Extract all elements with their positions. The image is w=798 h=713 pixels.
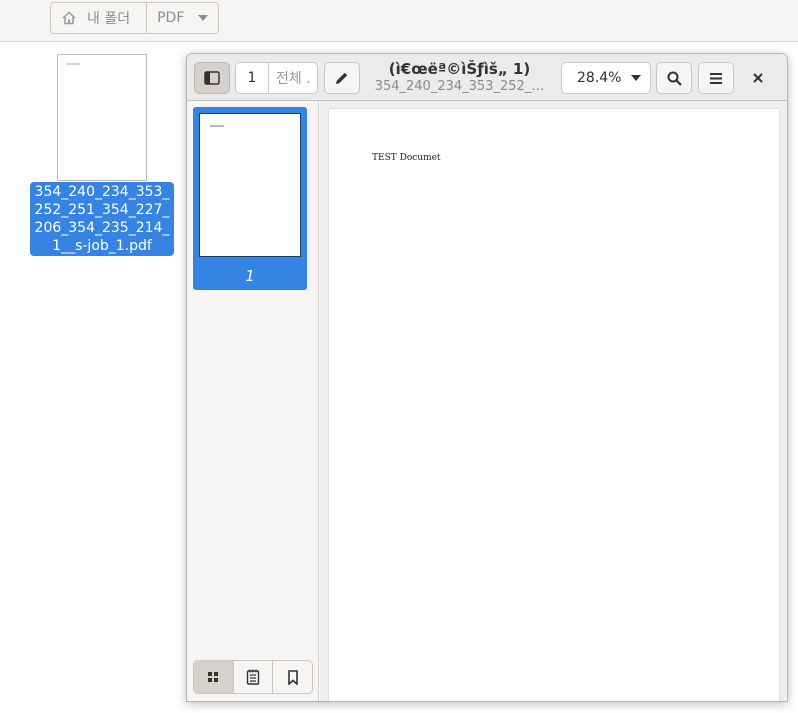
close-icon [753, 73, 763, 83]
window-title: (ì€œëª©ìŠƒìš„ 1) 354_240_234_353_252_… [367, 60, 552, 94]
breadcrumb-pdf[interactable]: PDF [147, 3, 218, 33]
page-number-input[interactable]: 1 [236, 63, 269, 93]
page-navigator: 1 전체 . [235, 62, 318, 94]
home-icon [62, 11, 76, 25]
breadcrumb-home-label: 내 폴더 [87, 11, 131, 27]
chevron-down-icon [631, 75, 641, 81]
outline-button[interactable] [234, 661, 274, 693]
document-page: TEST Documet [329, 109, 779, 701]
search-button[interactable] [656, 62, 692, 94]
file-manager-pathbar: 내 폴더 PDF [0, 0, 798, 42]
document-title: (ì€œëª©ìŠƒìš„ 1) [388, 60, 531, 78]
breadcrumb-pdf-label: PDF [157, 10, 185, 26]
thumbnail-page-number: 1 [245, 267, 255, 285]
breadcrumb-home[interactable]: 내 폴더 [51, 3, 148, 33]
menu-icon [710, 72, 722, 84]
page-thumbnail-image [199, 113, 301, 257]
headerbar: 1 전체 . (ì€œëª©ìŠƒìš„ 1) 354_240_234_353_… [187, 54, 787, 101]
chevron-down-icon [198, 15, 209, 21]
file-thumbnail[interactable] [57, 54, 147, 181]
breadcrumb: 내 폴더 PDF [50, 2, 220, 34]
bookmark-icon [287, 669, 298, 685]
sidebar-mode-switcher [193, 660, 313, 694]
outline-icon [246, 669, 260, 685]
document-text: TEST Documet [372, 153, 441, 163]
document-subtitle: 354_240_234_353_252_… [374, 79, 545, 94]
file-name-label[interactable]: 354_240_234_353_252_251_354_227_206_354_… [30, 182, 174, 256]
close-button[interactable] [747, 67, 769, 89]
sidebar: 1 [187, 101, 319, 701]
page-total-label: 전체 . [276, 71, 311, 87]
pencil-icon [336, 72, 348, 84]
sidebar-toggle-icon [204, 71, 220, 85]
thumbnails-button[interactable] [194, 661, 234, 693]
document-view[interactable]: TEST Documet [320, 101, 787, 701]
bookmarks-button[interactable] [273, 661, 312, 693]
zoom-value: 28.4% [577, 70, 622, 86]
page-thumbnail-selected[interactable]: 1 [193, 107, 307, 290]
document-viewer-window: 1 전체 . (ì€œëª©ìŠƒìš„ 1) 354_240_234_353_… [186, 53, 788, 702]
menu-button[interactable] [698, 62, 734, 94]
sidebar-toggle-button[interactable] [194, 62, 230, 94]
zoom-selector[interactable]: 28.4% [561, 62, 651, 94]
annotate-button[interactable] [324, 62, 360, 94]
thumbnails-icon [208, 672, 219, 682]
search-icon [667, 71, 682, 86]
